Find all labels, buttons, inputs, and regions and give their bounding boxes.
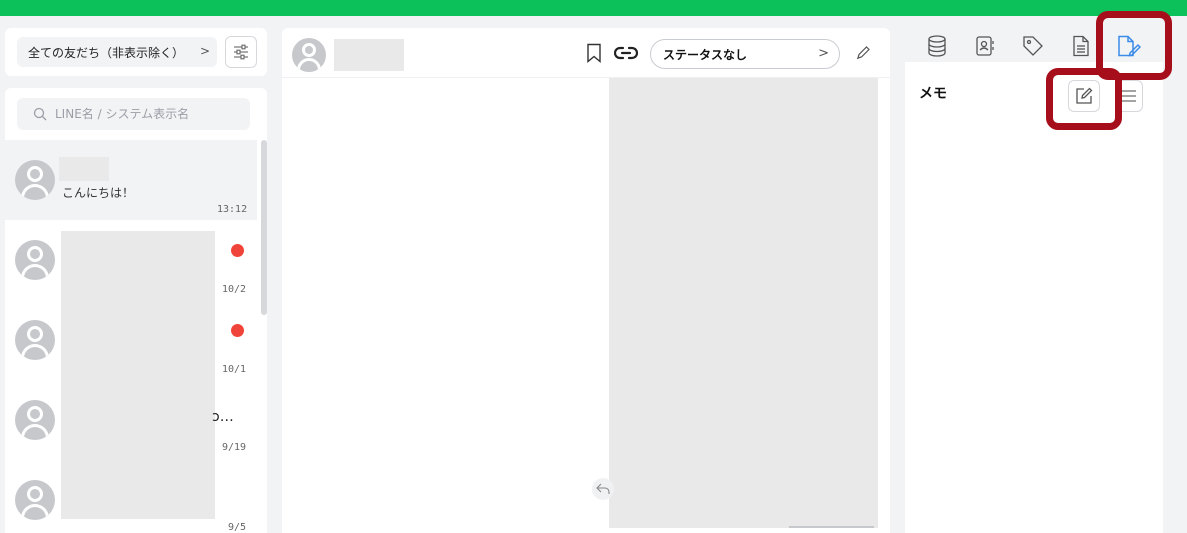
reply-icon (596, 483, 610, 494)
avatar (15, 480, 55, 520)
chat-time: 9/19 (222, 442, 247, 453)
memo-title: メモ (919, 86, 947, 102)
unread-badge (231, 244, 244, 257)
database-icon (928, 35, 946, 57)
friend-filter-dropdown[interactable]: 全ての友だち（非表示除く） > (17, 37, 217, 67)
chat-pane: ステータスなし > (282, 28, 890, 533)
list-icon (1122, 90, 1136, 102)
chat-list-panel: こんにちは！ 13:12 10/2 10/1 ɔ… 9/19 9/5 (5, 88, 267, 533)
tag-icon (1023, 36, 1043, 56)
chat-list-scrollbar[interactable] (261, 140, 267, 315)
search-icon (33, 107, 47, 121)
chevron-right-icon: > (199, 44, 210, 58)
highlight-memo-edit-button (1046, 68, 1122, 130)
redacted-contact-name (334, 39, 404, 71)
chat-preview: ɔ… (212, 409, 234, 425)
reply-button[interactable] (592, 478, 614, 500)
link-button[interactable] (612, 41, 640, 65)
tab-tags[interactable] (1015, 28, 1051, 64)
pencil-icon (856, 46, 870, 60)
chat-time: 10/1 (222, 364, 247, 375)
chat-time: 9/5 (228, 522, 247, 533)
friend-filter-card: 全ての友だち（非表示除く） > (5, 28, 267, 76)
search-field[interactable] (17, 98, 250, 130)
redacted-name (59, 157, 109, 181)
bookmark-icon (587, 43, 601, 63)
top-bar (0, 0, 1187, 16)
tab-document[interactable] (1063, 28, 1099, 64)
avatar (15, 240, 55, 280)
document-icon (1073, 35, 1089, 57)
unread-badge (231, 324, 244, 337)
chat-list-item[interactable]: 9/5 (5, 460, 257, 533)
memo-panel: メモ (905, 62, 1163, 533)
chat-list-item[interactable]: ɔ… 9/19 (5, 380, 257, 460)
search-input[interactable] (55, 107, 235, 121)
avatar (15, 160, 55, 200)
chat-preview: こんにちは！ (62, 186, 135, 200)
edit-status-button[interactable] (852, 42, 874, 64)
tab-database[interactable] (919, 28, 955, 64)
status-label: ステータスなし (663, 47, 748, 62)
link-icon (614, 46, 638, 60)
tab-contact[interactable] (967, 28, 1003, 64)
chat-time: 13:12 (217, 204, 248, 215)
avatar (15, 320, 55, 360)
chat-header: ステータスなし > (282, 28, 890, 78)
redacted-chat-content (609, 78, 878, 528)
chat-list-item[interactable]: 10/2 (5, 220, 257, 300)
chat-list-item[interactable]: 10/1 (5, 300, 257, 380)
avatar (292, 38, 326, 72)
friend-filter-label: 全ての友だち（非表示除く） (28, 45, 185, 60)
chevron-right-icon: > (818, 46, 829, 61)
contact-card-icon (976, 36, 994, 56)
chat-time: 10/2 (222, 284, 247, 295)
avatar (15, 400, 55, 440)
filter-settings-icon (234, 44, 248, 60)
chat-list-item[interactable]: こんにちは！ 13:12 (5, 140, 257, 220)
bookmark-button[interactable] (584, 41, 604, 65)
divider (789, 526, 874, 528)
filter-settings-button[interactable] (225, 36, 257, 68)
status-dropdown[interactable]: ステータスなし > (650, 39, 840, 69)
